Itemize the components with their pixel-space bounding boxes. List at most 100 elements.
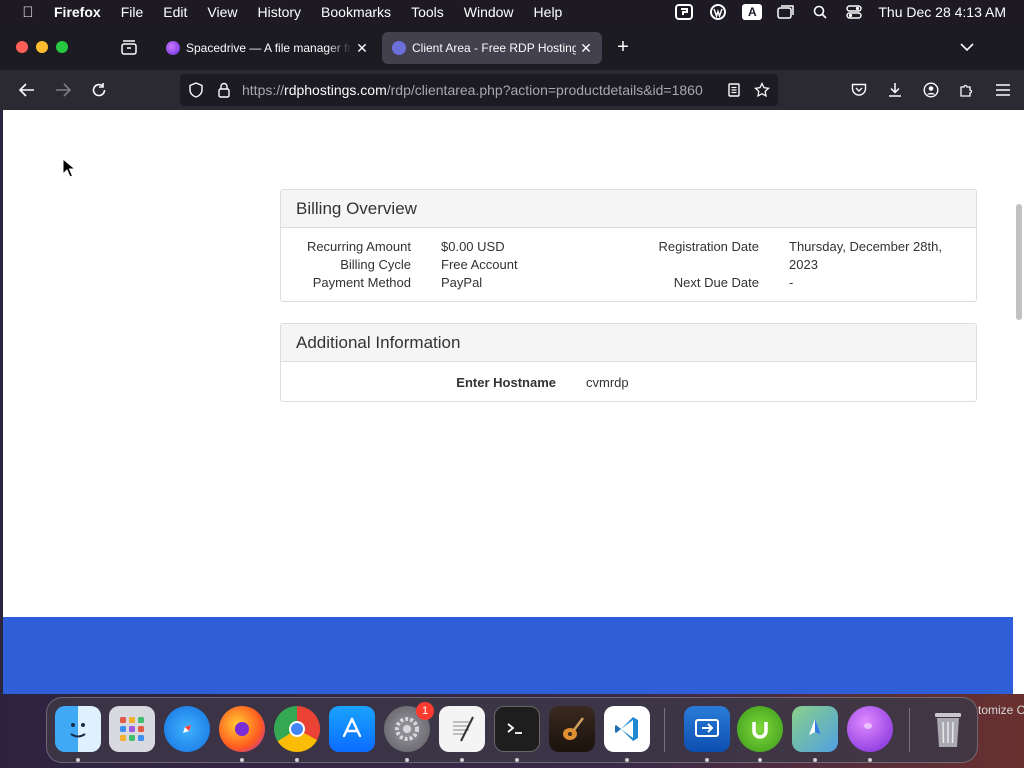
forward-arrow-icon[interactable]	[51, 78, 75, 102]
url-host: rdphostings.com	[284, 82, 387, 98]
spacedrive-icon[interactable]	[847, 706, 893, 752]
window-icon[interactable]	[776, 4, 796, 20]
wordpress-icon[interactable]	[708, 4, 728, 20]
dock-separator	[664, 708, 665, 752]
spotlight-search-icon[interactable]	[810, 4, 830, 20]
padlock-icon[interactable]	[216, 82, 232, 98]
system-settings-icon[interactable]: 1	[384, 702, 434, 752]
next-due-date-value: -	[789, 275, 794, 290]
url-path: /rdp/clientarea.php?action=productdetail…	[386, 82, 703, 98]
site-footer-band	[3, 617, 1013, 694]
spacedrive-favicon-icon	[166, 41, 180, 55]
utorrent-icon[interactable]	[737, 706, 783, 752]
recurring-amount-label: Recurring Amount	[306, 239, 411, 254]
tab-close-icon[interactable]: ✕	[352, 40, 372, 57]
screen-record-icon[interactable]	[674, 4, 694, 20]
safari-icon[interactable]	[164, 706, 210, 752]
running-indicator	[705, 758, 709, 762]
billing-overview-title: Billing Overview	[281, 190, 976, 228]
hamburger-menu-icon[interactable]	[991, 78, 1015, 102]
next-due-date-label: Next Due Date	[673, 275, 759, 290]
extensions-puzzle-icon[interactable]	[955, 78, 979, 102]
app-store-icon[interactable]	[329, 706, 375, 752]
mouse-cursor-icon	[62, 158, 76, 178]
reload-icon[interactable]	[87, 78, 111, 102]
rdp-favicon-icon	[392, 41, 406, 55]
pocket-icon[interactable]	[847, 78, 871, 102]
recurring-amount-value: $0.00 USD	[441, 239, 505, 254]
additional-information-panel: Additional Information Enter Hostname cv…	[280, 323, 977, 402]
textedit-icon[interactable]	[439, 706, 485, 752]
billing-cycle-label: Billing Cycle	[340, 257, 411, 272]
trash-icon[interactable]	[925, 706, 971, 752]
url-text[interactable]: https://rdphostings.com/rdp/clientarea.p…	[242, 82, 714, 98]
maps-icon[interactable]	[792, 706, 838, 752]
running-indicator	[813, 758, 817, 762]
menu-help[interactable]: Help	[534, 4, 563, 20]
tab-title: Spacedrive — A file manager from the fut…	[186, 41, 352, 55]
new-tab-plus-icon[interactable]: +	[612, 36, 634, 58]
registration-date-value-line2: 2023	[789, 257, 818, 272]
terminal-icon[interactable]	[494, 706, 540, 752]
notification-badge: 1	[416, 702, 434, 720]
apple-menu-icon[interactable]: 	[16, 4, 40, 21]
running-indicator	[405, 758, 409, 762]
reader-view-icon[interactable]	[726, 82, 742, 98]
url-prefix: https://	[242, 82, 285, 98]
running-indicator	[460, 758, 464, 762]
input-source-icon[interactable]: A	[742, 4, 763, 20]
running-indicator	[868, 758, 872, 762]
finder-icon[interactable]	[55, 706, 101, 752]
billing-overview-panel: Billing Overview Recurring Amount $0.00 …	[280, 189, 977, 302]
menu-bar-clock[interactable]: Thu Dec 28 4:13 AM	[878, 4, 1006, 20]
hostname-value: cvmrdp	[586, 375, 629, 390]
page-content: Billing Overview Recurring Amount $0.00 …	[3, 110, 1013, 694]
registration-date-value-line1: Thursday, December 28th,	[789, 239, 942, 254]
running-indicator	[758, 758, 762, 762]
window-minimize-button[interactable]	[36, 41, 48, 53]
menu-view[interactable]: View	[207, 4, 237, 20]
menu-window[interactable]: Window	[464, 4, 514, 20]
running-indicator	[240, 758, 244, 762]
page-scrollbar-track[interactable]	[1013, 110, 1024, 694]
browser-nav-toolbar: https://rdphostings.com/rdp/clientarea.p…	[0, 70, 1024, 110]
list-all-tabs-chevron-icon[interactable]	[956, 36, 978, 58]
macos-menu-bar:  Firefox File Edit View History Bookmar…	[0, 0, 1024, 24]
back-arrow-icon[interactable]	[15, 78, 39, 102]
dock-separator	[909, 708, 910, 752]
downloads-icon[interactable]	[883, 78, 907, 102]
menu-file[interactable]: File	[121, 4, 144, 20]
garageband-icon[interactable]	[549, 706, 595, 752]
menu-history[interactable]: History	[257, 4, 301, 20]
tab-title: Client Area - Free RDP Hosting	[412, 41, 576, 55]
payment-method-label: Payment Method	[312, 275, 411, 290]
firefox-view-icon[interactable]	[118, 36, 140, 58]
tracking-protection-shield-icon[interactable]	[188, 82, 204, 98]
firefox-icon[interactable]	[219, 706, 265, 752]
registration-date-label: Registration Date	[658, 239, 759, 254]
window-zoom-button[interactable]	[56, 41, 68, 53]
chrome-icon[interactable]	[274, 706, 320, 752]
running-indicator	[515, 758, 519, 762]
menu-bookmarks[interactable]: Bookmarks	[321, 4, 391, 20]
launchpad-icon[interactable]	[109, 706, 155, 752]
browser-tab-strip: Spacedrive — A file manager from the fut…	[0, 24, 1024, 70]
vscode-icon[interactable]	[604, 706, 650, 752]
desktop-window-text: tomize C	[978, 703, 1024, 717]
account-icon[interactable]	[919, 78, 943, 102]
url-bar[interactable]: https://rdphostings.com/rdp/clientarea.p…	[180, 74, 778, 106]
tab-client-area[interactable]: Client Area - Free RDP Hosting ✕	[382, 32, 602, 64]
payment-method-value: PayPal	[441, 275, 483, 290]
tab-close-icon[interactable]: ✕	[576, 40, 596, 57]
menu-tools[interactable]: Tools	[411, 4, 444, 20]
menu-app-name[interactable]: Firefox	[54, 4, 101, 20]
window-close-button[interactable]	[16, 41, 28, 53]
control-center-icon[interactable]	[844, 4, 864, 20]
hostname-label: Enter Hostname	[456, 375, 556, 390]
running-indicator	[295, 758, 299, 762]
tab-spacedrive[interactable]: Spacedrive — A file manager from the fut…	[156, 32, 378, 64]
menu-edit[interactable]: Edit	[163, 4, 187, 20]
remote-desktop-icon[interactable]	[684, 706, 730, 752]
bookmark-star-icon[interactable]	[754, 82, 770, 98]
page-scrollbar-thumb[interactable]	[1016, 204, 1022, 320]
